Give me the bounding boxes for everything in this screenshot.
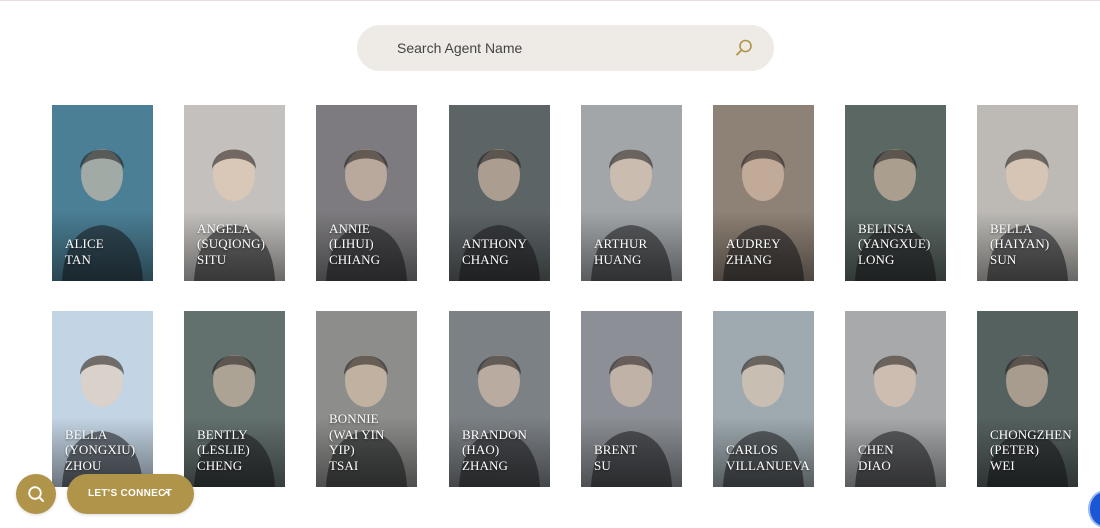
agent-name-line: BELINSA: [858, 220, 914, 236]
agent-name-line: (HAIYAN): [990, 236, 1050, 251]
agent-name-line: ZHOU: [65, 457, 102, 473]
lets-connect-button[interactable]: LET'S CONNECT: [67, 474, 194, 514]
agent-name-line: (WAI YIN: [329, 426, 385, 442]
search-icon[interactable]: [734, 38, 754, 58]
agent-name-line: AUDREY: [726, 236, 781, 251]
search-icon: [28, 486, 44, 502]
agent-name: ALICE TAN: [65, 236, 104, 267]
agent-name: BENTLY (LESLIE) CHENG: [197, 427, 250, 474]
agent-name-line: BRENT: [594, 442, 638, 457]
agent-name-line: ARTHUR: [594, 236, 648, 251]
agent-name-line: ANNIE: [329, 220, 370, 236]
agent-name: ARTHUR HUANG: [594, 236, 647, 267]
agent-name-line: LONG: [858, 251, 895, 267]
agent-name-line: BELLA: [65, 426, 108, 442]
agent-name-line: WEI: [990, 457, 1015, 473]
agent-name-line: CARLOS: [726, 442, 778, 457]
agent-name-line: TAN: [65, 251, 91, 267]
agent-card[interactable]: ANGELA (SUQIONG) SITU: [184, 105, 285, 281]
agent-name-line: ANTHONY: [462, 236, 527, 251]
agent-card[interactable]: CHEN DIAO: [845, 311, 946, 487]
recaptcha-badge[interactable]: [1088, 490, 1100, 528]
agent-card[interactable]: BELINSA (YANGXUE) LONG: [845, 105, 946, 281]
agent-name-line: CHENG: [197, 457, 243, 473]
agent-name-line: (LESLIE): [197, 442, 250, 457]
agent-name-line: ZHANG: [462, 457, 508, 473]
agent-name-line: (SUQIONG): [197, 236, 266, 251]
agent-name: CHONGZHEN (PETER) WEI: [990, 427, 1072, 474]
agent-name-line: (PETER): [990, 442, 1040, 457]
agent-name-line: YIP): [329, 442, 355, 457]
agent-name-line: TSAI: [329, 457, 359, 473]
agent-name-line: BENTLY: [197, 426, 248, 442]
agent-name-line: ANGELA: [197, 220, 252, 236]
agent-name: CHEN DIAO: [858, 442, 894, 473]
search-input[interactable]: [397, 25, 697, 71]
agent-name-line: (HAO): [462, 442, 500, 457]
agent-name: AUDREY ZHANG: [726, 236, 781, 267]
agent-name: BELINSA (YANGXUE) LONG: [858, 221, 930, 268]
agent-name: BRENT SU: [594, 442, 637, 473]
agent-card[interactable]: CHONGZHEN (PETER) WEI: [977, 311, 1078, 487]
agent-card[interactable]: BRENT SU: [581, 311, 682, 487]
agent-name-line: DIAO: [858, 457, 891, 473]
agent-card[interactable]: BONNIE (WAI YIN YIP) TSAI: [316, 311, 417, 487]
agent-name-line: SUN: [990, 251, 1017, 267]
agent-name-line: BONNIE: [329, 411, 379, 426]
agent-card[interactable]: BELLA (YONGXIU) ZHOU: [52, 311, 153, 487]
agent-name-line: CHANG: [462, 251, 509, 267]
agent-name: ANNIE (LIHUI) CHIANG: [329, 221, 380, 268]
agent-card[interactable]: ALICE TAN: [52, 105, 153, 281]
agent-card[interactable]: AUDREY ZHANG: [713, 105, 814, 281]
agent-name-line: SITU: [197, 251, 227, 267]
agent-card[interactable]: BENTLY (LESLIE) CHENG: [184, 311, 285, 487]
agent-name-line: CHIANG: [329, 251, 381, 267]
agent-card[interactable]: ANTHONY CHANG: [449, 105, 550, 281]
agent-name-line: BRANDON: [462, 426, 527, 442]
agent-name-line: VILLANUEVA: [726, 457, 810, 473]
agent-card[interactable]: CARLOS VILLANUEVA: [713, 311, 814, 487]
agent-name-line: ALICE: [65, 236, 104, 251]
agent-name-line: SU: [594, 457, 611, 473]
agent-name: ANGELA (SUQIONG) SITU: [197, 221, 265, 268]
agent-card[interactable]: ANNIE (LIHUI) CHIANG: [316, 105, 417, 281]
chevron-up-icon: [162, 490, 171, 496]
agent-name: ANTHONY CHANG: [462, 236, 527, 267]
agent-name-line: CHEN: [858, 442, 894, 457]
agent-card[interactable]: BELLA (HAIYAN) SUN: [977, 105, 1078, 281]
floating-search-button[interactable]: [16, 474, 56, 514]
agent-name-line: (YANGXUE): [858, 236, 931, 251]
agent-name: BONNIE (WAI YIN YIP) TSAI: [329, 411, 385, 473]
agent-name-line: BELLA: [990, 220, 1033, 236]
agent-name-line: (LIHUI): [329, 236, 374, 251]
connect-label: LET'S CONNECT: [88, 488, 173, 499]
agent-name-line: CHONGZHEN: [990, 426, 1072, 442]
top-divider: [0, 0, 1100, 1]
agent-name: BRANDON (HAO) ZHANG: [462, 427, 527, 474]
agent-name-line: ZHANG: [726, 251, 772, 267]
agent-name-line: HUANG: [594, 251, 642, 267]
agent-name: CARLOS VILLANUEVA: [726, 442, 810, 473]
agent-search-bar[interactable]: [357, 25, 774, 71]
agent-name: BELLA (HAIYAN) SUN: [990, 221, 1049, 268]
agent-name: BELLA (YONGXIU) ZHOU: [65, 427, 135, 474]
agent-name-line: (YONGXIU): [65, 442, 136, 457]
agent-card[interactable]: ARTHUR HUANG: [581, 105, 682, 281]
agent-card[interactable]: BRANDON (HAO) ZHANG: [449, 311, 550, 487]
